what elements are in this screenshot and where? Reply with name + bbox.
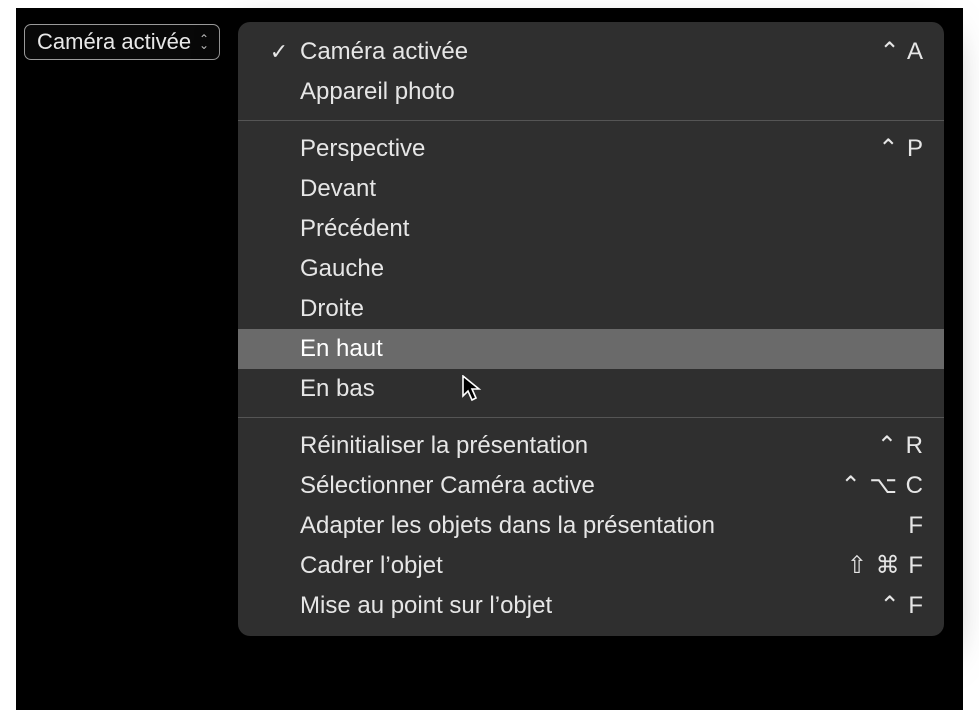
menu-item-perspective[interactable]: Perspective⌃ P (238, 129, 944, 169)
menu-item-label: En bas (300, 369, 924, 409)
menu-item-label: Gauche (300, 249, 924, 289)
menu-item-cadrer-l-objet[interactable]: Cadrer l’objet⇧ ⌘ F (238, 546, 944, 586)
menu-item-label: Mise au point sur l’objet (300, 586, 880, 626)
menu-item-label: En haut (300, 329, 924, 369)
menu-item-gauche[interactable]: Gauche (238, 249, 944, 289)
menu-item-shortcut: ⌃ F (880, 586, 924, 626)
menu-item-shortcut: ⌃ R (877, 426, 924, 466)
menu-item-label: Adapter les objets dans la présentation (300, 506, 908, 546)
menu-item-label: Cadrer l’objet (300, 546, 847, 586)
camera-view-popup-button[interactable]: Caméra activée ⌃ ⌄ (24, 24, 220, 60)
menu-item-selectionner-camera-active[interactable]: Sélectionner Caméra active⌃ ⌥ C (238, 466, 944, 506)
menu-item-en-haut[interactable]: En haut (238, 329, 944, 369)
menu-item-precedent[interactable]: Précédent (238, 209, 944, 249)
camera-view-popup-label: Caméra activée (37, 29, 191, 55)
menu-item-shortcut: ⇧ ⌘ F (847, 546, 924, 586)
menu-item-shortcut: ⌃ P (878, 129, 924, 169)
camera-view-menu: ✓Caméra activée⌃ AAppareil photo Perspect… (238, 22, 944, 636)
menu-item-label: Précédent (300, 209, 924, 249)
checkmark-icon: ✓ (258, 32, 300, 72)
menu-separator (238, 417, 944, 418)
menu-item-shortcut: F (908, 506, 924, 546)
menu-item-label: Caméra activée (300, 32, 880, 72)
menu-item-en-bas[interactable]: En bas (238, 369, 944, 409)
menu-item-label: Réinitialiser la présentation (300, 426, 877, 466)
menu-item-label: Appareil photo (300, 72, 924, 112)
stepper-chevrons-icon: ⌃ ⌄ (197, 35, 211, 49)
app-window: Caméra activée ⌃ ⌄ ✓Caméra activée⌃ AApp… (0, 0, 979, 710)
menu-item-shortcut: ⌃ ⌥ C (841, 466, 924, 506)
menu-item-shortcut: ⌃ A (880, 32, 924, 72)
menu-item-mise-au-point-sur-l-objet[interactable]: Mise au point sur l’objet⌃ F (238, 586, 944, 626)
menu-item-appareil-photo[interactable]: Appareil photo (238, 72, 944, 112)
menu-item-label: Devant (300, 169, 924, 209)
menu-item-reinitialiser-la-presentation[interactable]: Réinitialiser la présentation⌃ R (238, 426, 944, 466)
menu-item-camera-activee[interactable]: ✓Caméra activée⌃ A (238, 32, 944, 72)
menu-item-label: Perspective (300, 129, 878, 169)
menu-item-devant[interactable]: Devant (238, 169, 944, 209)
menu-item-label: Sélectionner Caméra active (300, 466, 841, 506)
menu-item-adapter-les-objets-dans-la-presentation[interactable]: Adapter les objets dans la présentationF (238, 506, 944, 546)
menu-separator (238, 120, 944, 121)
menu-item-droite[interactable]: Droite (238, 289, 944, 329)
menu-item-label: Droite (300, 289, 924, 329)
